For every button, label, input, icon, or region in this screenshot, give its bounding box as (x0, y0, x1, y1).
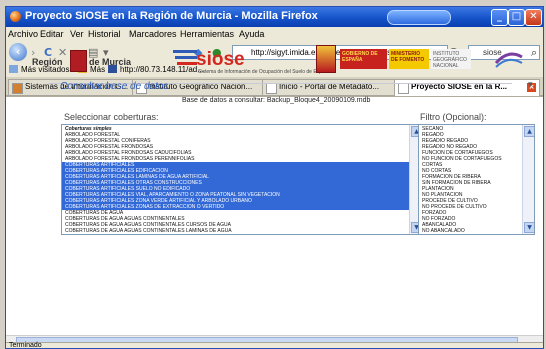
region-logo-suffix: de Murcia (89, 57, 132, 67)
coat-of-arms-icon (316, 45, 336, 73)
status-bar: Terminado (6, 342, 543, 349)
filter-scrollbar[interactable]: ▲ ▼ (522, 125, 534, 234)
filter-option[interactable]: NO ABANCALADO (419, 228, 526, 234)
page-layer: Región de Murcia siose Sistema de Inform… (6, 7, 543, 348)
select-coverages-label: Seleccionar coberturas: (64, 112, 159, 122)
browser-window: Proyecto SIOSE en la Región de Murcia - … (5, 6, 544, 349)
status-text: Terminado (9, 342, 42, 349)
scroll-up-icon[interactable]: ▲ (524, 126, 534, 137)
ministerio-badge: MINISTERIO DE FOMENTO (389, 49, 429, 69)
ign-badge: INSTITUTO GEOGRÁFICO NACIONAL (431, 49, 471, 69)
screen: Proyecto SIOSE en la Región de Murcia - … (0, 0, 546, 349)
page-title: Consultar base de datos (60, 81, 169, 92)
gobierno-badge: GOBIERNO DE ESPAÑA (340, 49, 387, 69)
region-logo-text: Región (32, 57, 63, 67)
filter-listbox[interactable]: SECANO REGADO REGADIO REGADO REGADIO NO REG… (418, 124, 535, 235)
coverages-listbox[interactable]: Coberturas simples ARBOLADO FORESTAL ARBOL… (61, 124, 422, 235)
coverage-option[interactable]: COBERTURAS DE AGUA AGUAS CONTINENTALES L… (62, 228, 411, 234)
siose-logo: siose (196, 49, 245, 70)
scroll-down-icon[interactable]: ▼ (524, 222, 534, 233)
region-shield-icon (70, 50, 87, 72)
siose-subtitle: Sistema de Información de Ocupación del … (198, 69, 331, 75)
filter-label: Filtro (Opcional): (420, 112, 487, 122)
cnig-logo-icon (494, 52, 523, 68)
database-info: Base de datos a consultar: Backup_Bloque… (182, 97, 371, 104)
